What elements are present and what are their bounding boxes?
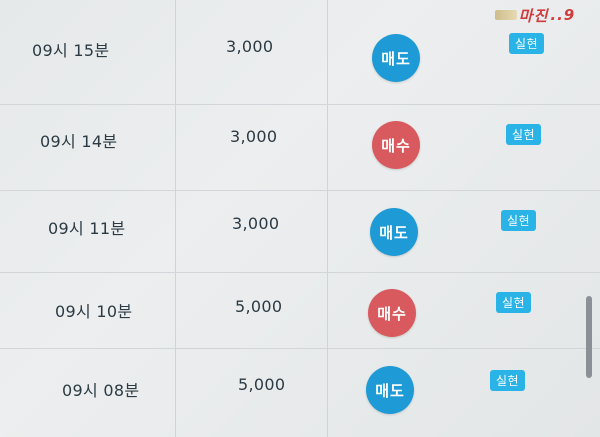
logo-text: 마진: [518, 6, 549, 25]
time-cell: 09시 10분: [55, 302, 133, 321]
buy-badge[interactable]: 매수: [372, 121, 420, 169]
time-cell: 09시 11분: [48, 219, 126, 238]
logo-suffix: ..9: [550, 6, 576, 24]
realized-tag: 실현: [509, 33, 545, 54]
amount-cell: 3,000: [232, 214, 280, 233]
brand-logo: 마진 ..9: [476, 4, 594, 26]
trade-history-screen: 09시 15분 3,000 매도 실현 09시 14분 3,000 매수 실현 …: [0, 0, 600, 437]
sell-badge[interactable]: 매도: [366, 366, 414, 414]
scrollbar-thumb[interactable]: [586, 296, 592, 378]
column-divider: [175, 0, 176, 437]
row-divider: [0, 272, 600, 273]
realized-tag: 실현: [496, 292, 532, 313]
column-divider: [327, 0, 328, 437]
amount-cell: 3,000: [226, 37, 274, 56]
row-divider: [0, 190, 600, 191]
sell-badge[interactable]: 매도: [372, 34, 420, 82]
row-divider: [0, 104, 600, 105]
sell-badge[interactable]: 매도: [370, 208, 418, 256]
buy-badge[interactable]: 매수: [368, 289, 416, 337]
amount-cell: 3,000: [230, 127, 278, 146]
time-cell: 09시 15분: [32, 41, 110, 60]
row-divider: [0, 348, 600, 349]
amount-cell: 5,000: [235, 297, 283, 316]
realized-tag: 실현: [506, 124, 542, 145]
amount-cell: 5,000: [238, 375, 286, 394]
time-cell: 09시 08분: [62, 381, 140, 400]
time-cell: 09시 14분: [40, 132, 118, 151]
logo-wing-icon: [494, 10, 517, 20]
realized-tag: 실현: [501, 210, 537, 231]
realized-tag: 실현: [490, 370, 526, 391]
